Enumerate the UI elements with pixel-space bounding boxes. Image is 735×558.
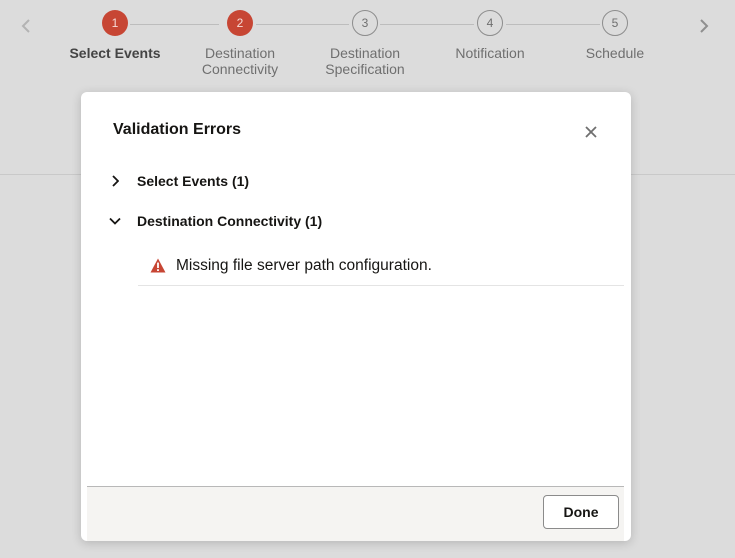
step-label: Destination Specification bbox=[325, 45, 405, 77]
train-step-schedule[interactable]: 5 Schedule bbox=[555, 10, 675, 61]
error-message-item: Missing file server path configuration. bbox=[138, 247, 624, 286]
step-number-badge: 5 bbox=[602, 10, 628, 36]
validation-errors-dialog: Validation Errors Select Events (1) Dest… bbox=[81, 92, 631, 541]
error-group-label: Destination Connectivity (1) bbox=[137, 213, 323, 229]
train-next-button[interactable] bbox=[692, 14, 716, 40]
close-icon bbox=[585, 122, 597, 143]
train-step-destination-specification[interactable]: 3 Destination Specification bbox=[305, 10, 425, 77]
train-previous-button[interactable] bbox=[14, 14, 38, 40]
train-step-select-events[interactable]: 1 Select Events bbox=[55, 10, 175, 61]
step-number-badge: 3 bbox=[352, 10, 378, 36]
dialog-title: Validation Errors bbox=[113, 121, 242, 138]
warning-triangle-icon bbox=[150, 258, 166, 274]
step-number-badge: 4 bbox=[477, 10, 503, 36]
error-message-text: Missing file server path configuration. bbox=[176, 257, 432, 274]
step-label: Select Events bbox=[69, 45, 161, 61]
step-label: Notification bbox=[455, 45, 525, 61]
chevron-down-icon bbox=[107, 213, 123, 229]
done-button[interactable]: Done bbox=[543, 495, 619, 529]
train-step-notification[interactable]: 4 Notification bbox=[430, 10, 550, 61]
step-label: Schedule bbox=[585, 45, 645, 61]
dialog-footer: Done bbox=[87, 486, 624, 541]
step-number-badge: 2 bbox=[227, 10, 253, 36]
chevron-left-icon bbox=[21, 14, 31, 40]
error-group-select-events[interactable]: Select Events (1) bbox=[107, 170, 249, 192]
step-number-badge: 1 bbox=[102, 10, 128, 36]
step-label: Destination Connectivity bbox=[201, 45, 279, 77]
error-group-label: Select Events (1) bbox=[137, 173, 250, 189]
close-button[interactable] bbox=[581, 122, 601, 142]
train-step-destination-connectivity[interactable]: 2 Destination Connectivity bbox=[180, 10, 300, 77]
chevron-right-icon bbox=[107, 173, 123, 189]
error-group-destination-connectivity[interactable]: Destination Connectivity (1) bbox=[107, 210, 322, 232]
chevron-right-icon bbox=[699, 14, 709, 40]
